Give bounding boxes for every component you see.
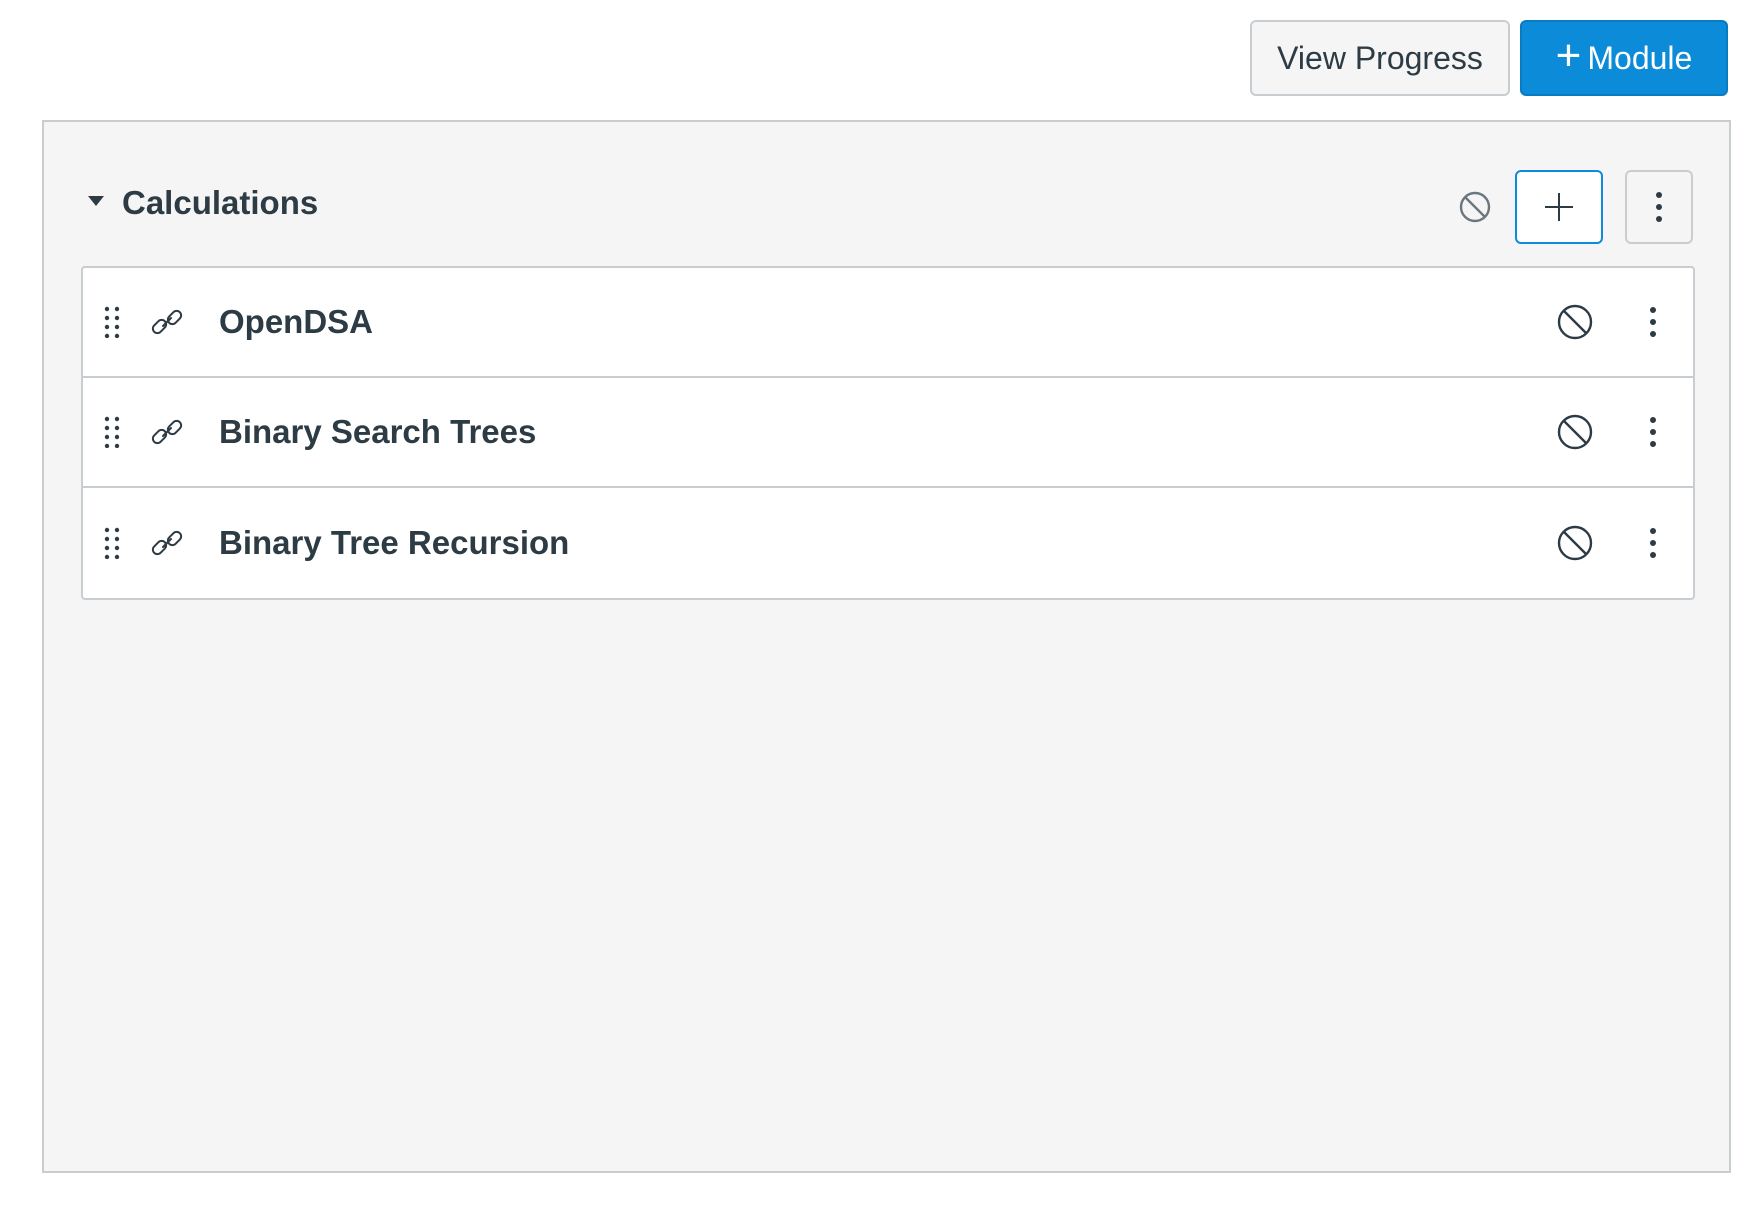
- kebab-menu-icon[interactable]: [1641, 302, 1665, 342]
- link-icon: [149, 414, 185, 450]
- module-item: OpenDSA: [83, 268, 1693, 378]
- plus-icon: [1545, 193, 1573, 221]
- unpublished-icon[interactable]: [1457, 189, 1493, 225]
- unpublished-icon[interactable]: [1555, 523, 1595, 563]
- module-item: Binary Tree Recursion: [83, 488, 1693, 598]
- add-module-button[interactable]: + Module: [1520, 20, 1728, 96]
- link-icon: [149, 525, 185, 561]
- plus-icon: +: [1555, 31, 1582, 80]
- module-header: Calculations: [44, 170, 1729, 244]
- unpublished-icon[interactable]: [1555, 412, 1595, 452]
- item-title[interactable]: Binary Search Trees: [219, 413, 536, 451]
- module-items-list: OpenDSA Binary Search Trees Binary Tree …: [81, 266, 1695, 600]
- module-header-actions: [1457, 170, 1693, 244]
- kebab-menu-icon: [1656, 192, 1662, 222]
- drag-handle-icon[interactable]: [101, 412, 123, 452]
- drag-handle-icon[interactable]: [101, 302, 123, 342]
- item-title[interactable]: OpenDSA: [219, 303, 373, 341]
- add-item-button[interactable]: [1515, 170, 1603, 244]
- add-module-label: Module: [1587, 39, 1693, 76]
- module-item: Binary Search Trees: [83, 378, 1693, 488]
- module-options-button[interactable]: [1625, 170, 1693, 244]
- page-toolbar: View Progress + Module: [1250, 20, 1728, 96]
- view-progress-label: View Progress: [1277, 39, 1483, 76]
- drag-handle-icon[interactable]: [101, 523, 123, 563]
- caret-down-icon[interactable]: [88, 196, 104, 206]
- module-title[interactable]: Calculations: [122, 184, 318, 222]
- view-progress-button[interactable]: View Progress: [1250, 20, 1510, 96]
- kebab-menu-icon[interactable]: [1641, 412, 1665, 452]
- link-icon: [149, 304, 185, 340]
- unpublished-icon[interactable]: [1555, 302, 1595, 342]
- kebab-menu-icon[interactable]: [1641, 523, 1665, 563]
- module-container: Calculations OpenDSA Binary Search Trees…: [42, 120, 1731, 1173]
- item-title[interactable]: Binary Tree Recursion: [219, 524, 569, 562]
